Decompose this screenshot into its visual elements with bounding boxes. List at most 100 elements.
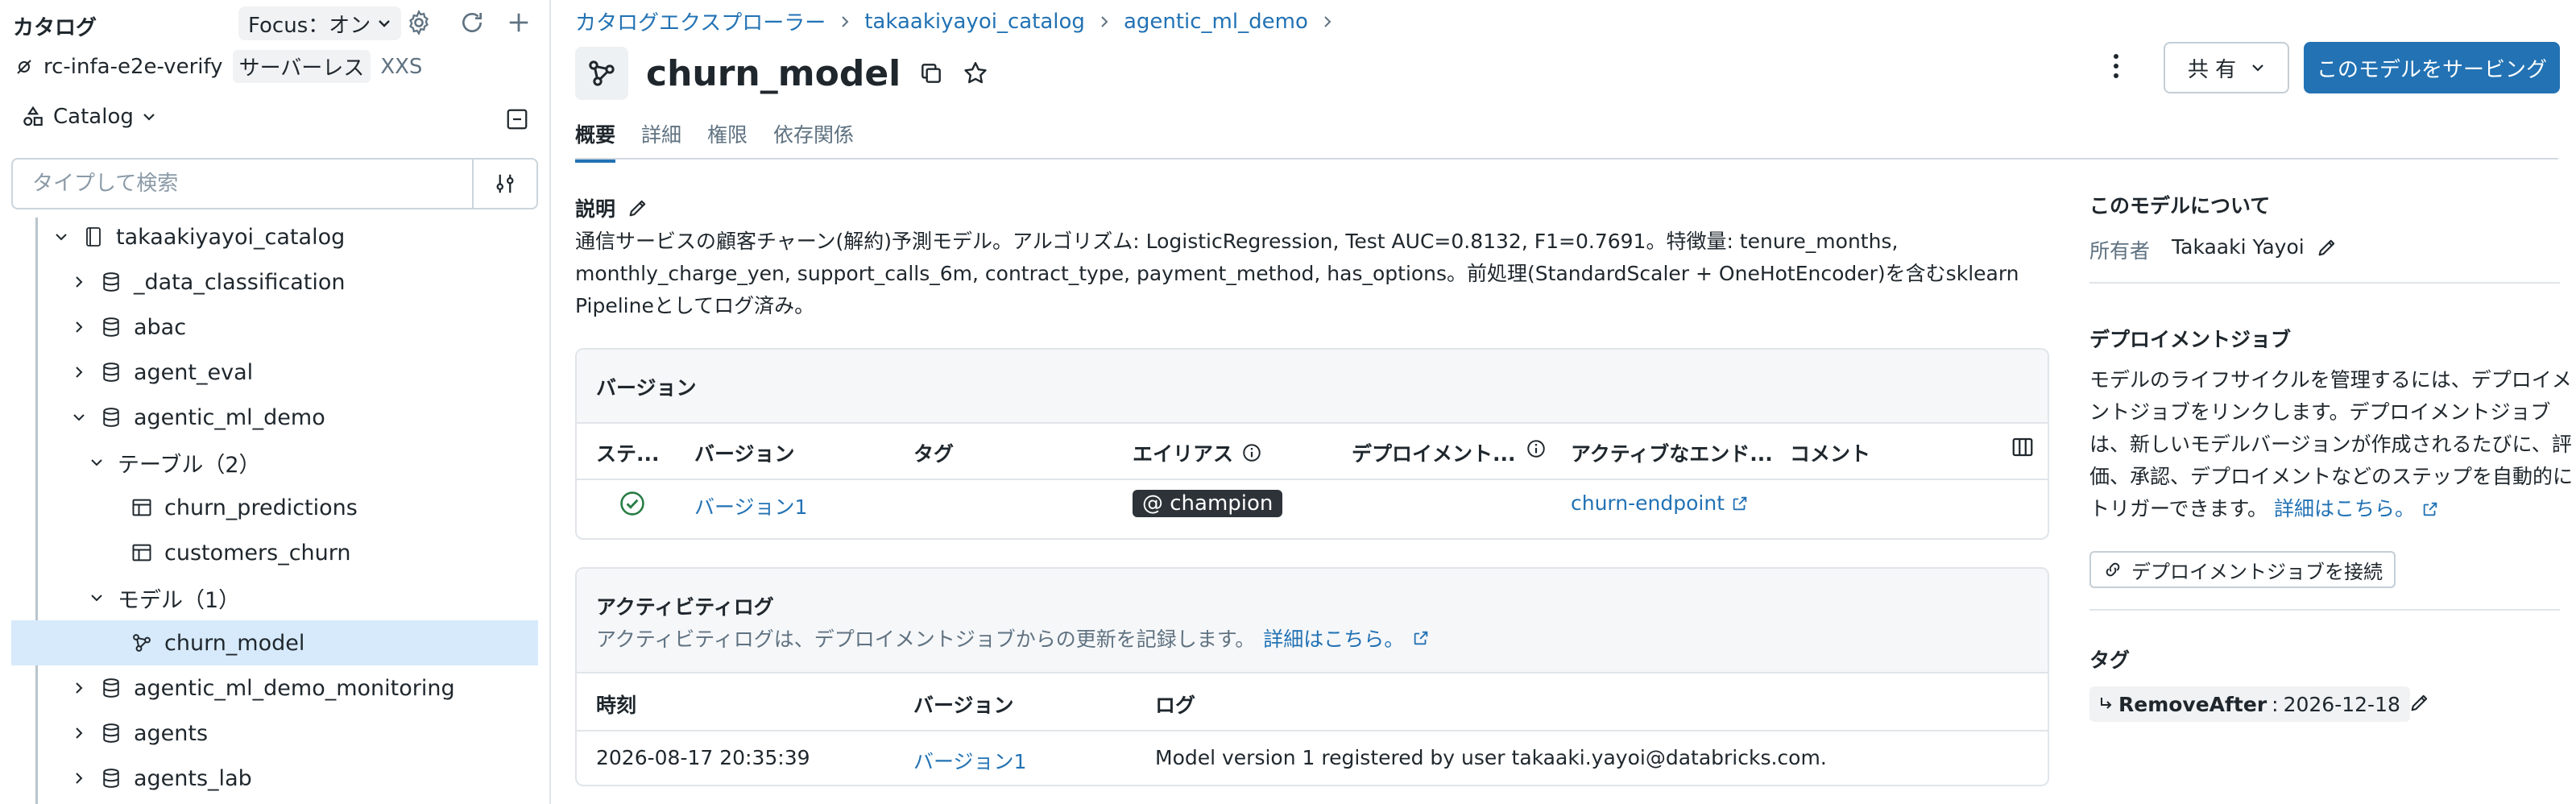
filter-button[interactable] — [472, 160, 536, 208]
tree-item-label: agents_lab — [134, 765, 252, 791]
col-comment[interactable]: コメント — [1790, 438, 1870, 467]
collapse-panel-icon[interactable] — [501, 103, 533, 135]
tag-key: RemoveAfter — [2118, 692, 2267, 716]
share-button[interactable]: 共 有 — [2164, 42, 2289, 93]
tags-title: タグ — [2089, 649, 2131, 672]
tree-item[interactable]: モデル（1） — [11, 575, 538, 620]
activity-learn-more-link[interactable]: 詳細はこちら。 — [1263, 624, 1404, 653]
catalog-sidebar: カタログ Focus：オン rc-infa-e2e-verify サーバーレス … — [0, 0, 551, 804]
tree-item[interactable]: agentic_ml_demo_monitoring — [11, 665, 538, 711]
workspace-row: rc-infa-e2e-verify サーバーレス XXS — [14, 50, 422, 83]
tab-lineage[interactable]: 依存関係 — [773, 119, 854, 163]
deploy-line: ントジョブをリンクします。デプロイメントジョブ — [2089, 400, 2551, 424]
tree-item[interactable]: abac — [11, 305, 538, 350]
deploy-learn-more-link[interactable]: 詳細はこちら。 — [2274, 493, 2415, 525]
plus-icon[interactable] — [503, 6, 535, 39]
breadcrumb-catalog-explorer[interactable]: カタログエクスプローラー — [575, 6, 826, 36]
versions-card: バージョン ステ... バージョン タグ エイリアス デプロイメント... アク… — [575, 348, 2049, 540]
chevron-right-icon[interactable] — [69, 320, 89, 334]
focus-toggle-button[interactable]: Focus：オン — [238, 6, 402, 40]
filter-sliders-icon — [493, 172, 517, 196]
col-version: バージョン — [913, 694, 1014, 717]
chevron-right-icon[interactable] — [69, 726, 89, 740]
database-icon — [100, 722, 122, 744]
log-message: Model version 1 registered by user takaa… — [1155, 746, 1827, 769]
tree-item-label: takaakiyayoi_catalog — [116, 224, 346, 250]
breadcrumb-schema[interactable]: agentic_ml_demo — [1124, 10, 1308, 34]
chevron-down-icon[interactable] — [69, 411, 89, 424]
tree-item-label: agent_eval — [134, 359, 254, 385]
edit-pencil-icon[interactable] — [627, 197, 649, 219]
tag-separator: : — [2272, 692, 2279, 716]
refresh-icon[interactable] — [456, 6, 488, 39]
star-icon[interactable] — [962, 60, 989, 87]
info-icon[interactable] — [1526, 438, 1547, 459]
compute-icon — [14, 57, 34, 77]
info-icon[interactable] — [1241, 442, 1262, 463]
connect-label: デプロイメントジョブを接続 — [2131, 560, 2383, 583]
tree-item[interactable]: agents — [11, 711, 538, 756]
tree-item[interactable]: churn_model — [11, 620, 538, 665]
divider — [577, 730, 2048, 731]
col-tags[interactable]: タグ — [913, 438, 954, 467]
table-icon — [130, 496, 153, 519]
external-link-icon[interactable] — [1412, 629, 1430, 647]
tree-item[interactable]: テーブル（2） — [11, 440, 538, 485]
tree-item[interactable]: agent_eval — [11, 350, 538, 395]
kebab-menu-icon[interactable] — [2110, 50, 2122, 82]
tree-item[interactable]: churn_predictions — [11, 485, 538, 530]
tree-item-label: テーブル（2） — [118, 452, 261, 478]
external-link-icon — [1731, 495, 1749, 512]
tab-details[interactable]: 詳細 — [641, 119, 681, 163]
endpoint-name: churn-endpoint — [1571, 491, 1725, 515]
owner-label: 所有者 — [2089, 239, 2151, 263]
tree-item[interactable]: agents_lab — [11, 756, 538, 801]
database-icon — [100, 316, 122, 338]
tree-item[interactable]: _data_classification — [11, 259, 538, 305]
columns-toggle-icon[interactable] — [2011, 435, 2035, 459]
owner-name: Takaaki Yayoi — [2172, 235, 2305, 259]
activity-subtitle: アクティビティログは、デプロイメントジョブからの更新を記録します。 — [596, 628, 1256, 651]
connect-deployment-job-button[interactable]: デプロイメントジョブを接続 — [2089, 551, 2396, 588]
tree-item-label: churn_model — [164, 630, 305, 656]
chevron-right-icon[interactable] — [69, 275, 89, 289]
search-input[interactable] — [13, 160, 472, 208]
deploy-last-line: トリガーできます。 詳細はこちら。 — [2089, 493, 2573, 525]
tree-item[interactable]: takaakiyayoi_catalog — [11, 214, 538, 259]
col-active-endpoint[interactable]: アクティブなエンド... — [1571, 438, 1773, 467]
edit-pencil-icon[interactable] — [2316, 236, 2338, 259]
tab-overview[interactable]: 概要 — [575, 119, 616, 163]
col-alias[interactable]: エイリアス — [1133, 438, 1262, 467]
tab-permissions[interactable]: 権限 — [707, 119, 748, 163]
chevron-right-icon[interactable] — [69, 365, 89, 379]
catalog-type-dropdown[interactable]: Catalog — [21, 105, 156, 129]
chevron-down-icon[interactable] — [87, 456, 106, 469]
col-log: ログ — [1155, 694, 1196, 717]
col-deployment[interactable]: デプロイメント... — [1352, 438, 1516, 467]
database-icon — [100, 406, 122, 429]
chevron-right-icon[interactable] — [69, 771, 89, 785]
tree-item[interactable]: customers_churn — [11, 530, 538, 575]
chevron-down-icon — [377, 16, 391, 31]
endpoint-link[interactable]: churn-endpoint — [1571, 491, 1749, 515]
edit-pencil-icon[interactable] — [2408, 691, 2431, 714]
chevron-down-icon[interactable] — [52, 230, 71, 243]
breadcrumb-separator-icon — [839, 15, 851, 28]
serve-model-button[interactable]: このモデルをサービング — [2304, 42, 2560, 93]
divider — [2089, 282, 2560, 284]
breadcrumb-catalog[interactable]: takaakiyayoi_catalog — [864, 10, 1085, 34]
tree-item[interactable]: agentic_ml_demo — [11, 395, 538, 440]
version-link[interactable]: バージョン1 — [694, 491, 807, 520]
copy-icon[interactable] — [918, 60, 944, 86]
log-version-link[interactable]: バージョン1 — [913, 746, 1026, 775]
tab-divider — [575, 158, 2558, 160]
link-icon — [2102, 559, 2123, 580]
deployment-job-title: デプロイメントジョブ — [2089, 328, 2292, 351]
external-link-icon[interactable] — [2421, 500, 2439, 518]
gear-icon[interactable] — [403, 6, 435, 39]
col-version[interactable]: バージョン — [694, 438, 795, 467]
database-icon — [100, 361, 122, 383]
chevron-down-icon[interactable] — [87, 591, 106, 604]
chevron-right-icon[interactable] — [69, 681, 89, 695]
col-status[interactable]: ステ... — [596, 438, 660, 467]
